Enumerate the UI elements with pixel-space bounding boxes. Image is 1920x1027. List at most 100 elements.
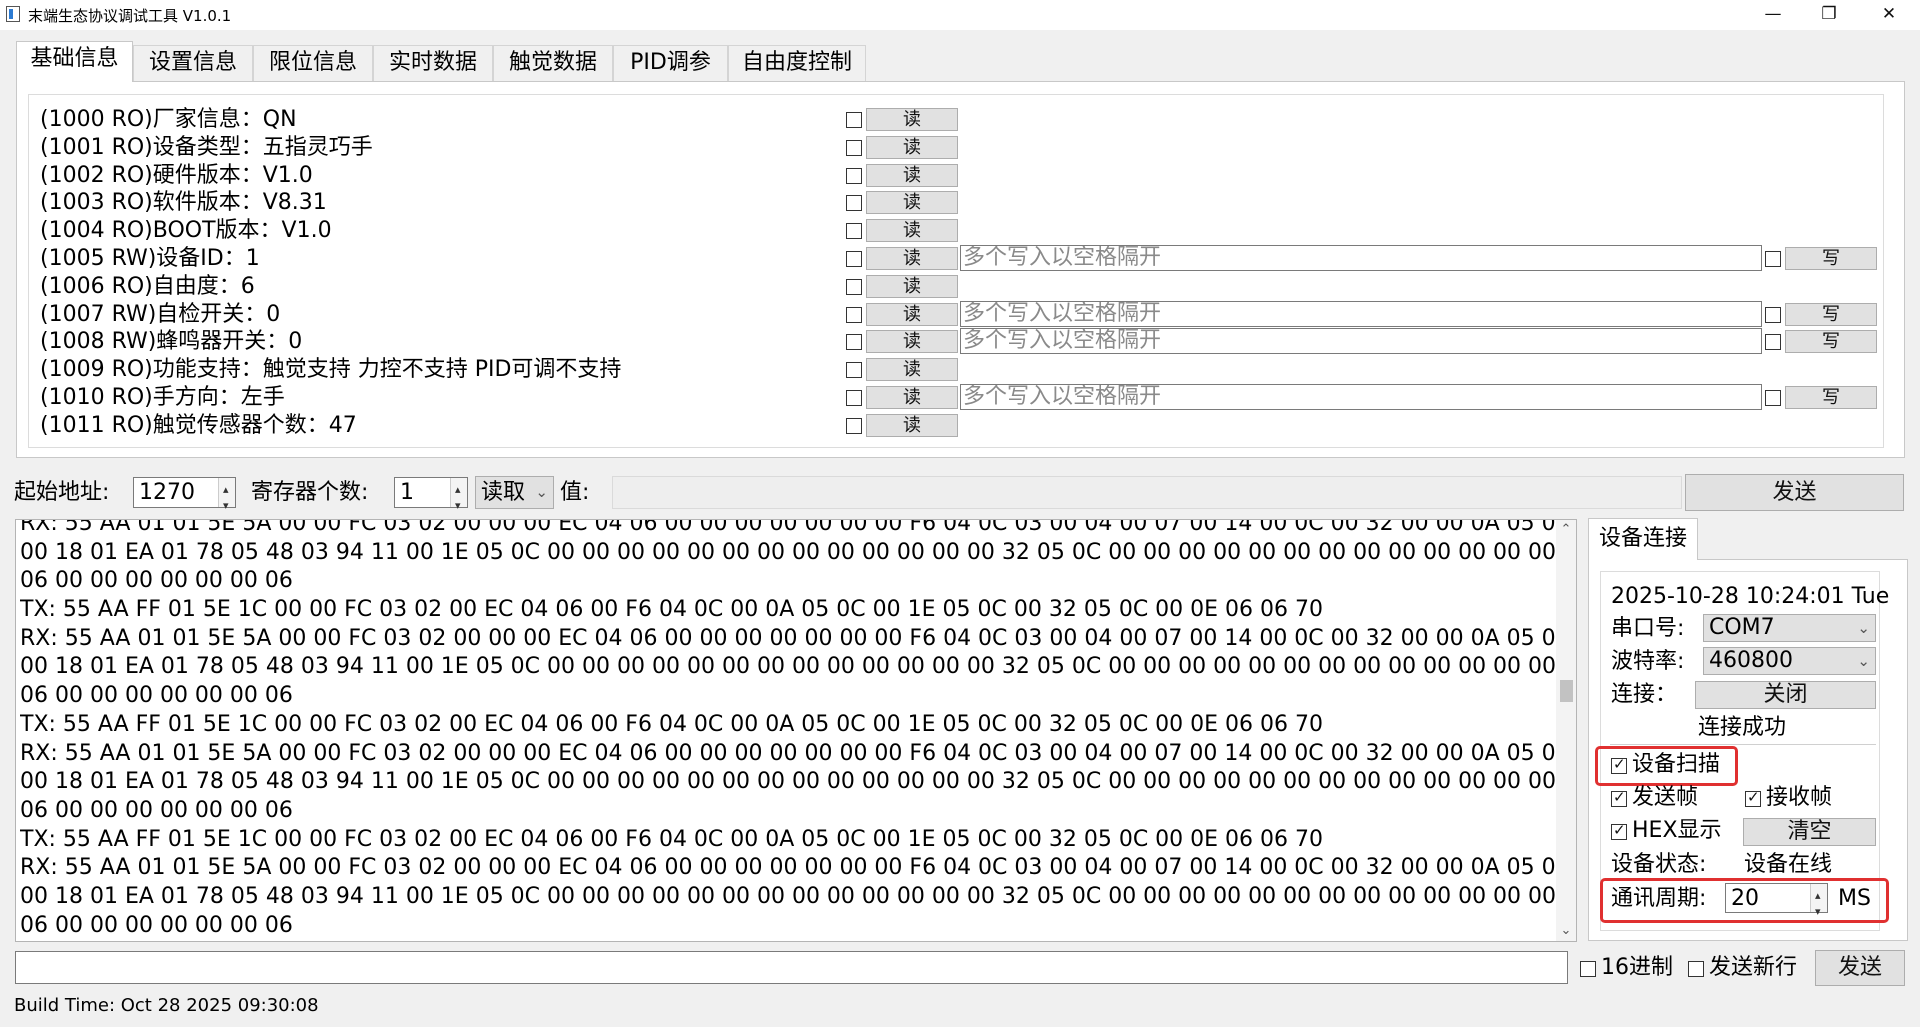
recv-frame-label: 接收帧	[1766, 785, 1833, 810]
write-select-checkbox[interactable]	[1765, 307, 1781, 323]
send-frame-label: 发送帧	[1632, 785, 1699, 810]
register-label: (1001 RO)设备类型：五指灵巧手	[40, 135, 373, 160]
read-button[interactable]: 读	[866, 247, 958, 270]
write-select-checkbox[interactable]	[1765, 251, 1781, 267]
connection-status: 连接成功	[1698, 715, 1787, 740]
write-value-input[interactable]: 多个写入以空格隔开	[960, 301, 1762, 327]
bottom-send-button[interactable]: 发送	[1815, 950, 1905, 986]
log-line: 06 00 00 00 00 00 00 06	[20, 568, 293, 594]
read-button[interactable]: 读	[866, 330, 958, 353]
chevron-down-icon: ⌄	[535, 483, 548, 501]
read-button[interactable]: 读	[866, 219, 958, 242]
register-select-checkbox[interactable]	[846, 251, 862, 267]
read-button[interactable]: 读	[866, 108, 958, 131]
scan-checkbox[interactable]	[1611, 755, 1627, 774]
read-button[interactable]: 读	[866, 386, 958, 409]
connect-toggle-button[interactable]: 关闭	[1695, 681, 1876, 709]
register-label: (1011 RO)触觉传感器个数：47	[40, 413, 357, 438]
log-line: RX: 55 AA 01 01 5E 5A 00 00 FC 03 02 00 …	[20, 625, 1560, 651]
register-select-checkbox[interactable]	[846, 168, 862, 184]
recv-frame-checkbox[interactable]	[1745, 788, 1761, 807]
hex16-label: 16进制	[1601, 955, 1673, 980]
register-select-checkbox[interactable]	[846, 418, 862, 434]
register-select-checkbox[interactable]	[846, 223, 862, 239]
log-lines: RX: 55 AA 01 01 5E 5A 00 00 FC 03 02 00 …	[20, 520, 1560, 940]
tab-pid-tuning[interactable]: PID调参	[613, 45, 728, 81]
start-addr-spinner[interactable]	[218, 475, 235, 520]
register-select-checkbox[interactable]	[846, 390, 862, 406]
write-value-input[interactable]: 多个写入以空格隔开	[960, 328, 1762, 354]
minimize-button[interactable]: —	[1745, 0, 1801, 30]
read-button[interactable]: 读	[866, 275, 958, 298]
period-spinner[interactable]	[1810, 881, 1827, 926]
register-label: (1009 RO)功能支持：触觉支持 力控不支持 PID可调不支持	[40, 357, 622, 382]
write-button[interactable]: 写	[1785, 247, 1877, 270]
chevron-down-icon: ⌄	[1857, 619, 1870, 637]
start-addr-input[interactable]: 1270	[133, 475, 236, 520]
divider	[1610, 744, 1876, 745]
tab-realtime-data[interactable]: 实时数据	[373, 45, 493, 81]
register-select-checkbox[interactable]	[846, 279, 862, 295]
read-button[interactable]: 读	[866, 303, 958, 326]
baud-select[interactable]: 460800 ⌄	[1703, 647, 1876, 675]
write-button[interactable]: 写	[1785, 386, 1877, 409]
close-button[interactable]: ✕	[1861, 0, 1917, 30]
port-select[interactable]: COM7 ⌄	[1703, 614, 1876, 642]
register-select-checkbox[interactable]	[846, 362, 862, 378]
log-line: 00 18 01 EA 01 78 05 48 03 94 11 00 1E 0…	[20, 883, 1560, 909]
register-select-checkbox[interactable]	[846, 307, 862, 323]
write-select-checkbox[interactable]	[1765, 390, 1781, 406]
reg-count-spinner[interactable]	[450, 475, 467, 520]
send-newline-checkbox[interactable]	[1688, 961, 1704, 977]
tab-device-connect[interactable]: 设备连接	[1588, 518, 1698, 560]
modbus-send-button[interactable]: 发送	[1685, 474, 1904, 511]
write-value-input[interactable]: 多个写入以空格隔开	[960, 245, 1762, 271]
register-select-checkbox[interactable]	[846, 334, 862, 350]
tab-settings-info[interactable]: 设置信息	[133, 45, 253, 81]
log-line: TX: 55 AA FF 01 5E 1C 00 00 FC 03 02 00 …	[20, 826, 1324, 852]
tab-limit-info[interactable]: 限位信息	[253, 45, 373, 81]
register-label: (1000 RO)厂家信息：QN	[40, 107, 297, 132]
tab-tactile-data[interactable]: 触觉数据	[493, 45, 613, 81]
read-button[interactable]: 读	[866, 136, 958, 159]
write-select-checkbox[interactable]	[1765, 334, 1781, 350]
start-addr-value: 1270	[139, 480, 195, 505]
write-button[interactable]: 写	[1785, 303, 1877, 326]
register-label: (1008 RW)蜂鸣器开关：0	[40, 329, 303, 354]
register-select-checkbox[interactable]	[846, 112, 862, 128]
window-title: 末端生态协议调试工具 V1.0.1	[28, 7, 232, 25]
read-button[interactable]: 读	[866, 164, 958, 187]
log-line: 00 18 01 EA 01 78 05 48 03 94 11 00 1E 0…	[20, 539, 1560, 565]
read-button[interactable]: 读	[866, 414, 958, 437]
scroll-down-icon[interactable]: ⌄	[1558, 923, 1574, 939]
log-textarea[interactable]: RX: 55 AA 01 01 5E 5A 00 00 FC 03 02 00 …	[15, 519, 1577, 942]
register-select-checkbox[interactable]	[846, 140, 862, 156]
log-line: TX: 55 AA FF 01 5E 1C 00 00 FC 03 02 00 …	[20, 597, 1324, 623]
write-button[interactable]: 写	[1785, 330, 1877, 353]
register-label: (1003 RO)软件版本：V8.31	[40, 190, 327, 215]
log-line: 00 18 01 EA 01 78 05 48 03 94 11 00 1E 0…	[20, 769, 1560, 795]
tab-basic-info[interactable]: 基础信息	[16, 41, 133, 82]
log-scrollbar[interactable]	[1556, 520, 1576, 941]
build-time: Build Time: Oct 28 2025 09:30:08	[14, 995, 319, 1016]
read-button[interactable]: 读	[866, 358, 958, 381]
read-button[interactable]: 读	[866, 191, 958, 214]
register-select-checkbox[interactable]	[846, 195, 862, 211]
hex-display-checkbox[interactable]	[1611, 821, 1627, 840]
hex16-checkbox[interactable]	[1580, 961, 1596, 977]
function-select-value: 读取	[481, 480, 526, 505]
tab-dof-control[interactable]: 自由度控制	[728, 45, 866, 81]
period-input[interactable]: 20	[1725, 881, 1828, 926]
value-input[interactable]	[612, 476, 1682, 509]
maximize-button[interactable]: ❐	[1801, 0, 1857, 30]
send-frame-checkbox[interactable]	[1611, 788, 1627, 807]
function-select[interactable]: 读取 ⌄	[475, 476, 554, 509]
scroll-up-icon[interactable]: ⌃	[1558, 522, 1574, 538]
send-text-input[interactable]	[15, 951, 1568, 984]
register-label: (1005 RW)设备ID：1	[40, 246, 260, 271]
write-value-input[interactable]: 多个写入以空格隔开	[960, 384, 1762, 410]
clear-button[interactable]: 清空	[1743, 818, 1876, 846]
reg-count-input[interactable]: 1	[394, 475, 468, 520]
scroll-thumb[interactable]	[1560, 680, 1573, 702]
period-label: 通讯周期:	[1611, 886, 1707, 911]
